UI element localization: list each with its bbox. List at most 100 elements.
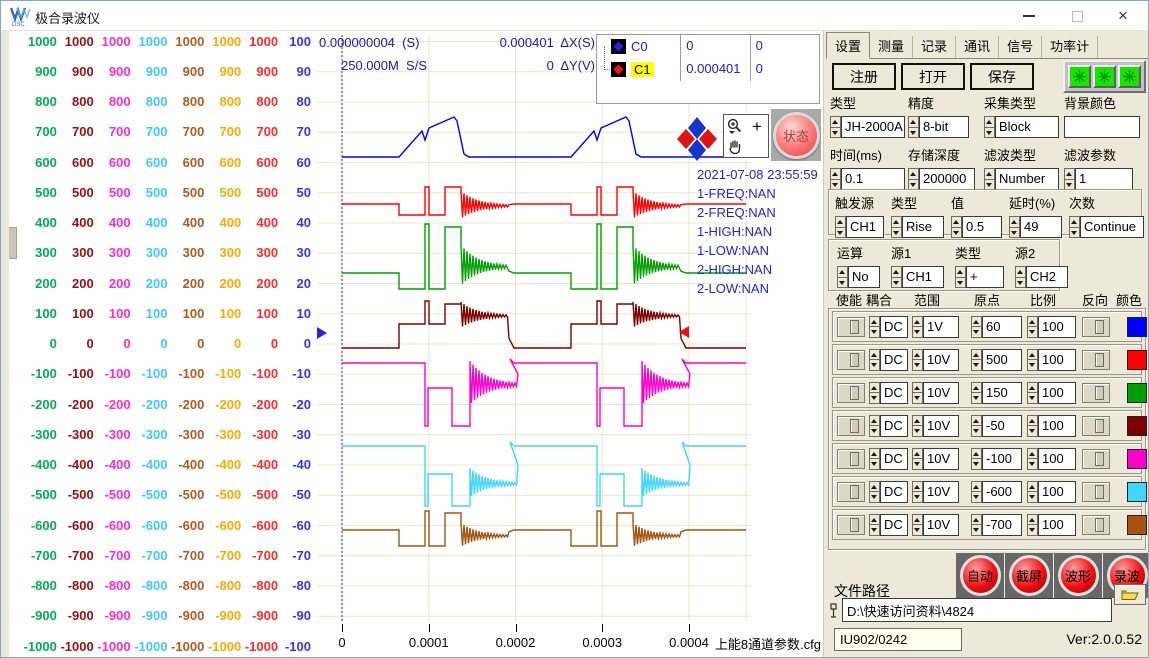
group-spinner[interactable] (955, 266, 966, 288)
range-field[interactable]: 10V (923, 382, 959, 404)
param-field[interactable]: 8-bit (919, 116, 969, 138)
channel-invert-toggle[interactable] (1082, 515, 1110, 535)
range-spinner[interactable] (912, 415, 923, 437)
channel-enable-toggle[interactable] (837, 482, 865, 502)
coupling-spinner[interactable] (869, 481, 880, 503)
scale-spinner[interactable] (1027, 316, 1038, 338)
param-field[interactable]: JH-2000A (841, 116, 905, 138)
param-spinner[interactable] (984, 168, 995, 190)
group-field[interactable]: Continue (1080, 216, 1144, 238)
range-spinner[interactable] (912, 514, 923, 536)
origin-spinner[interactable] (971, 382, 982, 404)
origin-field[interactable]: -700 (982, 514, 1022, 536)
group-field[interactable]: No (848, 266, 880, 288)
channel-invert-toggle[interactable] (1082, 317, 1110, 337)
group-spinner[interactable] (891, 216, 902, 238)
range-field[interactable]: 1V (923, 316, 959, 338)
group-spinner[interactable] (1009, 216, 1020, 238)
param-spinner[interactable] (984, 116, 995, 138)
maximize-button[interactable] (1054, 1, 1100, 31)
param-field[interactable] (1064, 116, 1140, 138)
scale-field[interactable]: 100 (1038, 316, 1076, 338)
保存-button[interactable]: 保存 (970, 63, 1034, 90)
channel-enable-toggle[interactable] (837, 515, 865, 535)
origin-field[interactable]: 500 (982, 349, 1022, 371)
origin-spinner[interactable] (971, 349, 982, 371)
coupling-spinner[interactable] (869, 514, 880, 536)
origin-spinner[interactable] (971, 514, 982, 536)
scale-field[interactable]: 100 (1038, 415, 1076, 437)
channel-color-swatch[interactable] (1127, 482, 1147, 502)
zoom-tool-icon[interactable] (726, 117, 744, 135)
tab-设置[interactable]: 设置 (826, 32, 870, 59)
led-indicator[interactable] (1068, 65, 1091, 88)
group-spinner[interactable] (891, 266, 902, 288)
tab-信号[interactable]: 信号 (999, 36, 1042, 58)
group-spinner[interactable] (837, 266, 848, 288)
channel-enable-toggle[interactable] (837, 416, 865, 436)
origin-field[interactable]: -600 (982, 481, 1022, 503)
coupling-spinner[interactable] (869, 349, 880, 371)
range-spinner[interactable] (912, 316, 923, 338)
group-field[interactable]: CH2 (1026, 266, 1068, 288)
param-field[interactable]: Block (995, 116, 1059, 138)
minimize-button[interactable] (1006, 1, 1052, 31)
range-spinner[interactable] (912, 481, 923, 503)
param-spinner[interactable] (1064, 168, 1075, 190)
coupling-field[interactable]: DC (880, 415, 908, 437)
crosshair-tool-icon[interactable]: + (752, 118, 762, 135)
param-field[interactable]: Number (995, 168, 1059, 190)
group-field[interactable]: + (966, 266, 1004, 288)
channel-invert-toggle[interactable] (1082, 383, 1110, 403)
coupling-field[interactable]: DC (880, 481, 908, 503)
channel-color-swatch[interactable] (1127, 383, 1147, 403)
scale-field[interactable]: 100 (1038, 448, 1076, 470)
param-spinner[interactable] (830, 168, 841, 190)
打开-button[interactable]: 打开 (901, 63, 965, 90)
browse-folder-button[interactable] (1114, 584, 1146, 605)
coupling-field[interactable]: DC (880, 349, 908, 371)
nav-diamond-icon[interactable] (676, 116, 718, 162)
origin-field[interactable]: -100 (982, 448, 1022, 470)
scale-field[interactable]: 100 (1038, 349, 1076, 371)
param-field[interactable]: 200000 (919, 168, 975, 190)
coupling-field[interactable]: DC (880, 514, 908, 536)
origin-spinner[interactable] (971, 481, 982, 503)
channel-color-swatch[interactable] (1127, 449, 1147, 469)
scale-spinner[interactable] (1027, 481, 1038, 503)
range-spinner[interactable] (912, 448, 923, 470)
tab-通讯[interactable]: 通讯 (956, 36, 999, 58)
group-field[interactable]: Rise (902, 216, 944, 238)
param-field[interactable]: 0.1 (841, 168, 905, 190)
group-field[interactable]: 49 (1020, 216, 1062, 238)
自动-button[interactable]: 自动 (960, 555, 1001, 596)
status-button[interactable]: 状态 (773, 112, 820, 159)
scale-spinner[interactable] (1027, 382, 1038, 404)
cursor-row[interactable]: C000 (597, 35, 819, 58)
scale-spinner[interactable] (1027, 349, 1038, 371)
channel-enable-toggle[interactable] (837, 317, 865, 337)
tab-功率计[interactable]: 功率计 (1042, 36, 1098, 58)
range-spinner[interactable] (912, 382, 923, 404)
origin-spinner[interactable] (971, 448, 982, 470)
coupling-spinner[interactable] (869, 382, 880, 404)
origin-spinner[interactable] (971, 316, 982, 338)
group-field[interactable]: CH1 (846, 216, 884, 238)
channel-invert-toggle[interactable] (1082, 350, 1110, 370)
channel-invert-toggle[interactable] (1082, 416, 1110, 436)
group-spinner[interactable] (1069, 216, 1080, 238)
channel-color-swatch[interactable] (1127, 515, 1147, 535)
origin-field[interactable]: 150 (982, 382, 1022, 404)
pan-hand-tool-icon[interactable] (727, 139, 743, 155)
coupling-field[interactable]: DC (880, 448, 908, 470)
range-spinner[interactable] (912, 349, 923, 371)
scale-spinner[interactable] (1027, 415, 1038, 437)
scale-field[interactable]: 100 (1038, 382, 1076, 404)
channel-invert-toggle[interactable] (1082, 449, 1110, 469)
cursor-row[interactable]: C10.0004010 (597, 58, 819, 81)
coupling-spinner[interactable] (869, 415, 880, 437)
coupling-spinner[interactable] (869, 316, 880, 338)
param-spinner[interactable] (908, 168, 919, 190)
cursor-name[interactable]: C0 (631, 39, 648, 54)
range-field[interactable]: 10V (923, 415, 959, 437)
